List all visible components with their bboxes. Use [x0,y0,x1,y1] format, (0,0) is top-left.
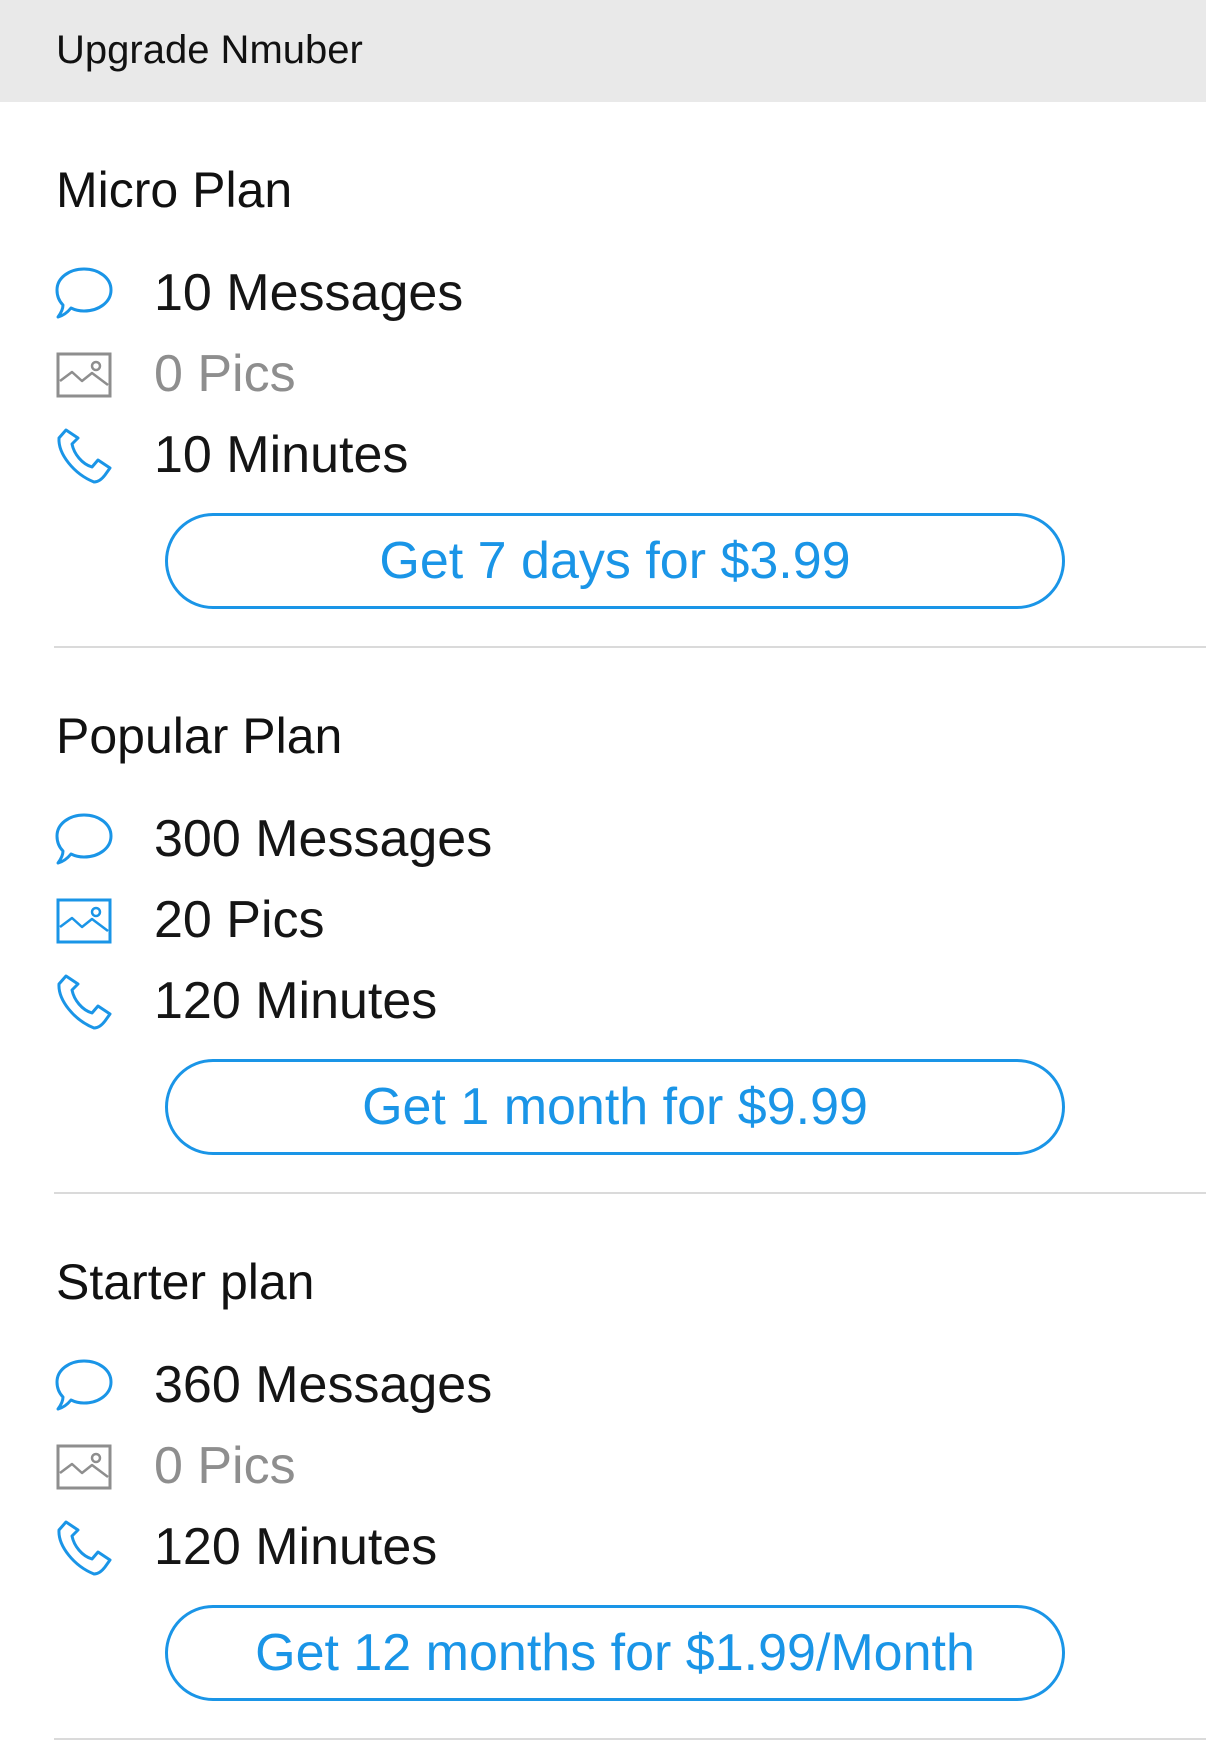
phone-icon [52,970,116,1034]
message-bubble-icon [52,262,116,326]
page-title: Upgrade Nmuber [56,28,363,72]
feature-row-pics: 20 Pics [0,879,1206,959]
plan-card-popular: Popular Plan 300 Messages 20 Pics 120 Mi… [0,648,1206,1194]
plan-card-starter: Starter plan 360 Messages 0 Pics 120 Min… [0,1194,1206,1740]
plan-card-micro: Micro Plan 10 Messages 0 Pics 10 Minutes… [0,102,1206,648]
feature-row-messages: 300 Messages [0,798,1206,878]
buy-starter-plan-button[interactable]: Get 12 months for $1.99/Month [165,1605,1065,1701]
buy-popular-plan-button[interactable]: Get 1 month for $9.99 [165,1059,1065,1155]
plan-title: Popular Plan [56,708,343,764]
plan-title: Micro Plan [56,162,293,218]
feature-label: 20 Pics [154,891,325,949]
phone-icon [52,424,116,488]
feature-label: 300 Messages [154,810,493,868]
feature-label: 120 Minutes [154,972,438,1030]
feature-row-minutes: 120 Minutes [0,960,1206,1040]
picture-icon [52,343,116,407]
feature-row-minutes: 120 Minutes [0,1506,1206,1586]
message-bubble-icon [52,1354,116,1418]
feature-row-minutes: 10 Minutes [0,414,1206,494]
feature-label: 10 Minutes [154,426,409,484]
feature-row-pics: 0 Pics [0,333,1206,413]
message-bubble-icon [52,808,116,872]
buy-micro-plan-button[interactable]: Get 7 days for $3.99 [165,513,1065,609]
feature-label: 0 Pics [154,1437,296,1495]
feature-label: 360 Messages [154,1356,493,1414]
divider [54,1738,1206,1740]
feature-label: 10 Messages [154,264,464,322]
picture-icon [52,889,116,953]
feature-row-messages: 10 Messages [0,252,1206,332]
feature-label: 120 Minutes [154,1518,438,1576]
header-bar: Upgrade Nmuber [0,0,1206,102]
feature-row-pics: 0 Pics [0,1425,1206,1505]
feature-label: 0 Pics [154,345,296,403]
plan-title: Starter plan [56,1254,315,1310]
phone-icon [52,1516,116,1580]
feature-row-messages: 360 Messages [0,1344,1206,1424]
picture-icon [52,1435,116,1499]
